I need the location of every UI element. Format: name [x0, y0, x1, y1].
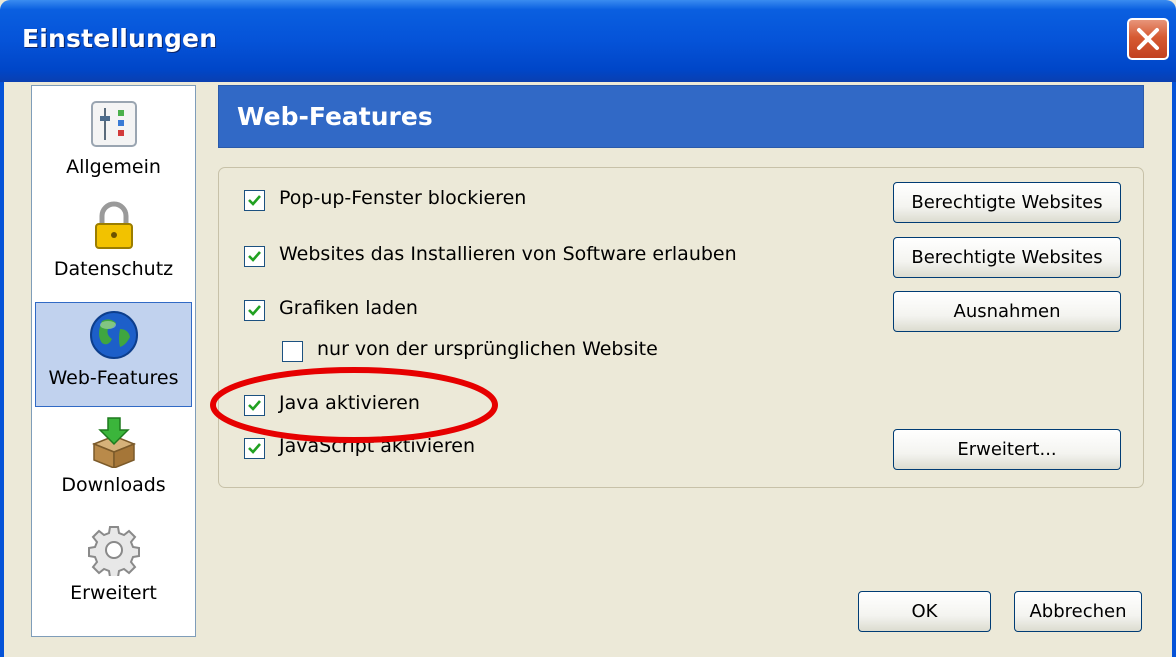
panel-title: Web-Features	[237, 102, 433, 131]
gear-icon	[87, 526, 140, 576]
option-label: nur von der ursprünglichen Website	[317, 338, 658, 360]
option-label: Websites das Installieren von Software e…	[279, 243, 737, 265]
option-label: JavaScript aktivieren	[279, 435, 475, 457]
checkbox-load-images[interactable]	[244, 300, 265, 321]
close-button[interactable]	[1127, 18, 1169, 60]
install-allowed-sites-button[interactable]: Berechtigte Websites	[893, 237, 1121, 278]
sidebar-item-downloads[interactable]: Downloads	[35, 410, 192, 515]
sidebar-item-label: Datenschutz	[53, 258, 174, 280]
sidebar-item-label: Downloads	[61, 474, 166, 496]
sidebar-item-label: Erweitert	[70, 582, 157, 604]
checkmark-icon	[248, 443, 261, 454]
option-label: Grafiken laden	[279, 297, 418, 319]
window-border-left	[0, 82, 4, 657]
checkmark-icon	[248, 305, 261, 316]
settings-window: Einstellungen Allgemein Datenschutz Web-…	[0, 0, 1176, 657]
sidebar-item-erweitert[interactable]: Erweitert	[35, 518, 192, 623]
close-icon	[1137, 28, 1159, 50]
image-exceptions-button[interactable]: Ausnahmen	[893, 291, 1121, 332]
ok-button[interactable]: OK	[858, 591, 991, 632]
globe-icon	[89, 311, 138, 359]
javascript-advanced-button[interactable]: Erweitert...	[893, 429, 1121, 470]
checkbox-allow-install[interactable]	[244, 246, 265, 267]
category-sidebar: Allgemein Datenschutz Web-Features Downl…	[31, 85, 196, 637]
download-box-icon	[91, 417, 136, 468]
window-border-right	[1172, 82, 1176, 657]
window-title: Einstellungen	[22, 24, 218, 53]
sidebar-item-web-features[interactable]: Web-Features	[35, 302, 192, 407]
cancel-button[interactable]: Abbrechen	[1014, 591, 1142, 632]
option-label: Pop-up-Fenster blockieren	[279, 187, 527, 209]
checkbox-enable-javascript[interactable]	[244, 438, 265, 459]
popup-allowed-sites-button[interactable]: Berechtigte Websites	[893, 182, 1121, 223]
panel-title-bar: Web-Features	[218, 85, 1144, 148]
title-bar[interactable]: Einstellungen	[0, 0, 1176, 82]
checkbox-enable-java[interactable]	[244, 395, 265, 416]
checkbox-images-origin-only[interactable]	[282, 341, 303, 362]
checkmark-icon	[248, 400, 261, 411]
sidebar-item-label: Allgemein	[66, 156, 161, 178]
checkmark-icon	[248, 251, 261, 262]
option-label: Java aktivieren	[279, 392, 420, 414]
checkmark-icon	[248, 195, 261, 206]
checkbox-popup-block[interactable]	[244, 190, 265, 211]
settings-sliders-icon	[90, 101, 137, 147]
sidebar-item-allgemein[interactable]: Allgemein	[35, 92, 192, 197]
sidebar-item-label: Web-Features	[48, 367, 179, 389]
padlock-icon	[94, 201, 133, 249]
sidebar-item-datenschutz[interactable]: Datenschutz	[35, 194, 192, 299]
